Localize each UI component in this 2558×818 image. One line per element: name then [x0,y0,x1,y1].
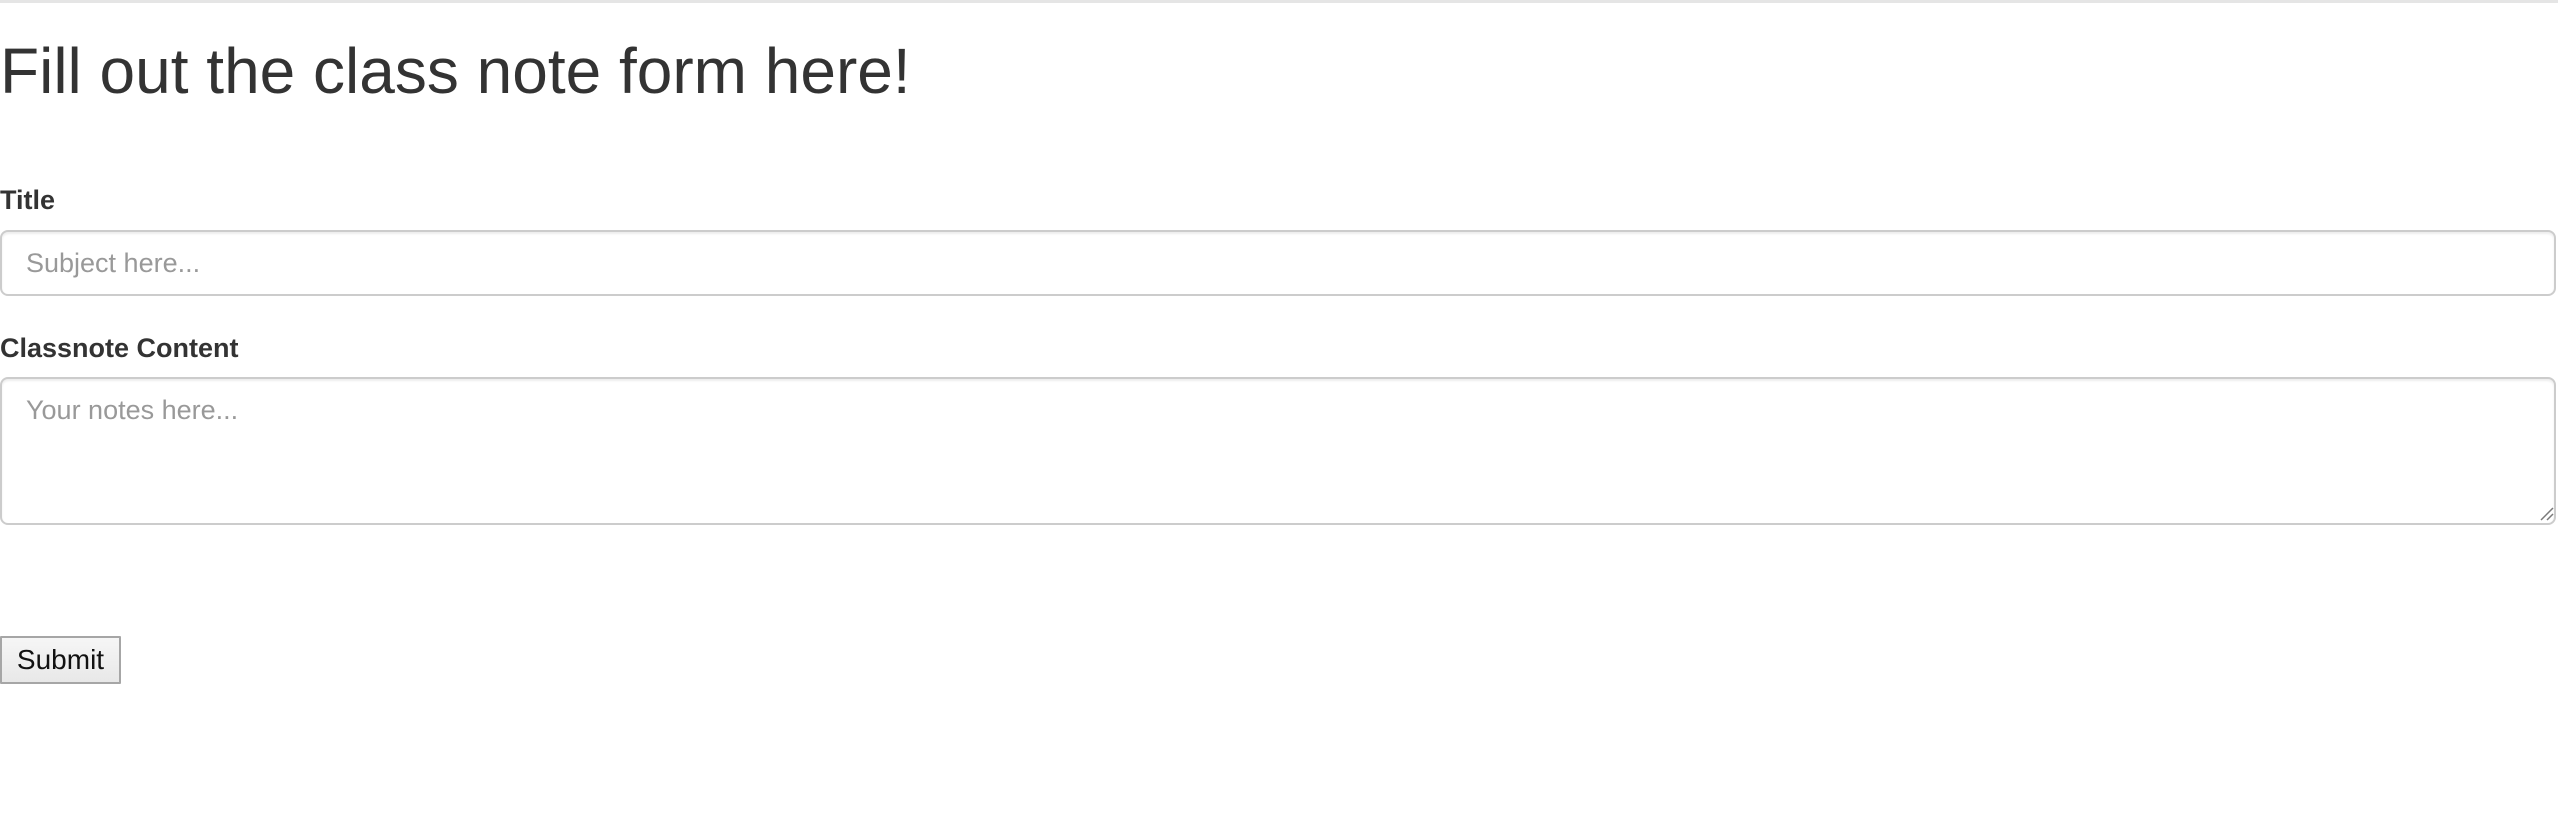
title-input[interactable] [0,230,2556,296]
submit-button[interactable]: Submit [0,636,121,684]
classnote-content-label: Classnote Content [0,333,239,363]
resize-grip-icon[interactable] [2538,505,2554,521]
classnote-content-textarea[interactable] [0,377,2556,525]
class-note-form-page: Fill out the class note form here! Title… [0,0,2558,818]
page-title: Fill out the class note form here! [0,35,911,107]
title-label: Title [0,185,56,215]
